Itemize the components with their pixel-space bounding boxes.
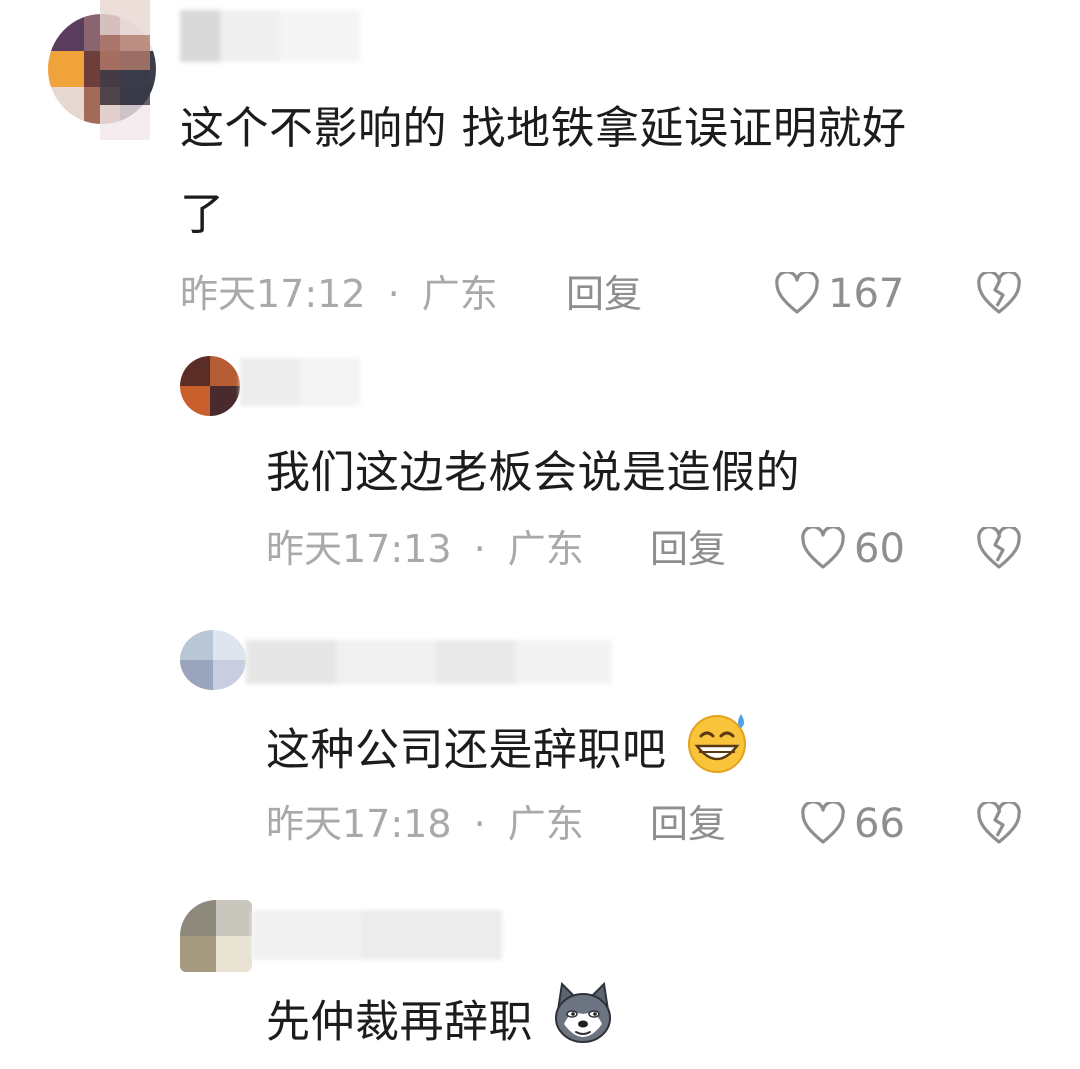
comment-meta: 昨天17:13 · 广东 (266, 527, 584, 571)
timestamp: 昨天17:13 (266, 527, 452, 571)
separator: · (473, 527, 486, 571)
avatar[interactable] (180, 630, 246, 690)
reply-button[interactable]: 回复 (650, 802, 726, 846)
dislike-button[interactable] (976, 272, 1022, 316)
username-blurred[interactable] (252, 910, 502, 960)
reply-button[interactable]: 回复 (566, 272, 642, 316)
comment-text: 这个不影响的 找地铁拿延误证明就好 (180, 103, 907, 154)
comment-meta: 昨天17:18 · 广东 (266, 802, 584, 846)
username-blurred[interactable] (180, 10, 360, 62)
location: 广东 (421, 272, 498, 316)
timestamp: 昨天17:12 (180, 272, 366, 316)
comment-text: 我们这边老板会说是造假的 (266, 447, 800, 498)
broken-heart-icon (976, 272, 1022, 316)
heart-icon (774, 272, 820, 316)
heart-icon (800, 527, 846, 571)
like-count: 167 (828, 271, 905, 317)
broken-heart-icon (976, 527, 1022, 571)
dislike-button[interactable] (976, 802, 1022, 846)
like-button[interactable]: 66 (800, 802, 905, 846)
avatar[interactable] (180, 356, 240, 416)
separator: · (473, 802, 486, 846)
like-button[interactable]: 60 (800, 527, 905, 571)
comment-text: 先仲裁再辞职 (266, 980, 616, 1069)
sweat-smile-emoji (683, 708, 753, 797)
like-button[interactable]: 167 (774, 272, 904, 316)
separator: · (387, 272, 400, 316)
like-count: 60 (854, 526, 905, 572)
location: 广东 (507, 527, 584, 571)
broken-heart-icon (976, 802, 1022, 846)
username-blurred[interactable] (246, 640, 612, 684)
husky-dog-emoji (550, 980, 616, 1069)
dislike-button[interactable] (976, 527, 1022, 571)
comment-text: 这种公司还是辞职吧 (266, 708, 753, 797)
location: 广东 (507, 802, 584, 846)
comment-meta: 昨天17:12 · 广东 (180, 272, 498, 316)
like-count: 66 (854, 801, 905, 847)
heart-icon (800, 802, 846, 846)
reply-button[interactable]: 回复 (650, 527, 726, 571)
comment-text: 了 (180, 189, 225, 240)
timestamp: 昨天17:18 (266, 802, 452, 846)
avatar-blur-overlay (100, 0, 150, 140)
avatar[interactable] (180, 900, 252, 972)
username-blurred[interactable] (240, 358, 360, 406)
